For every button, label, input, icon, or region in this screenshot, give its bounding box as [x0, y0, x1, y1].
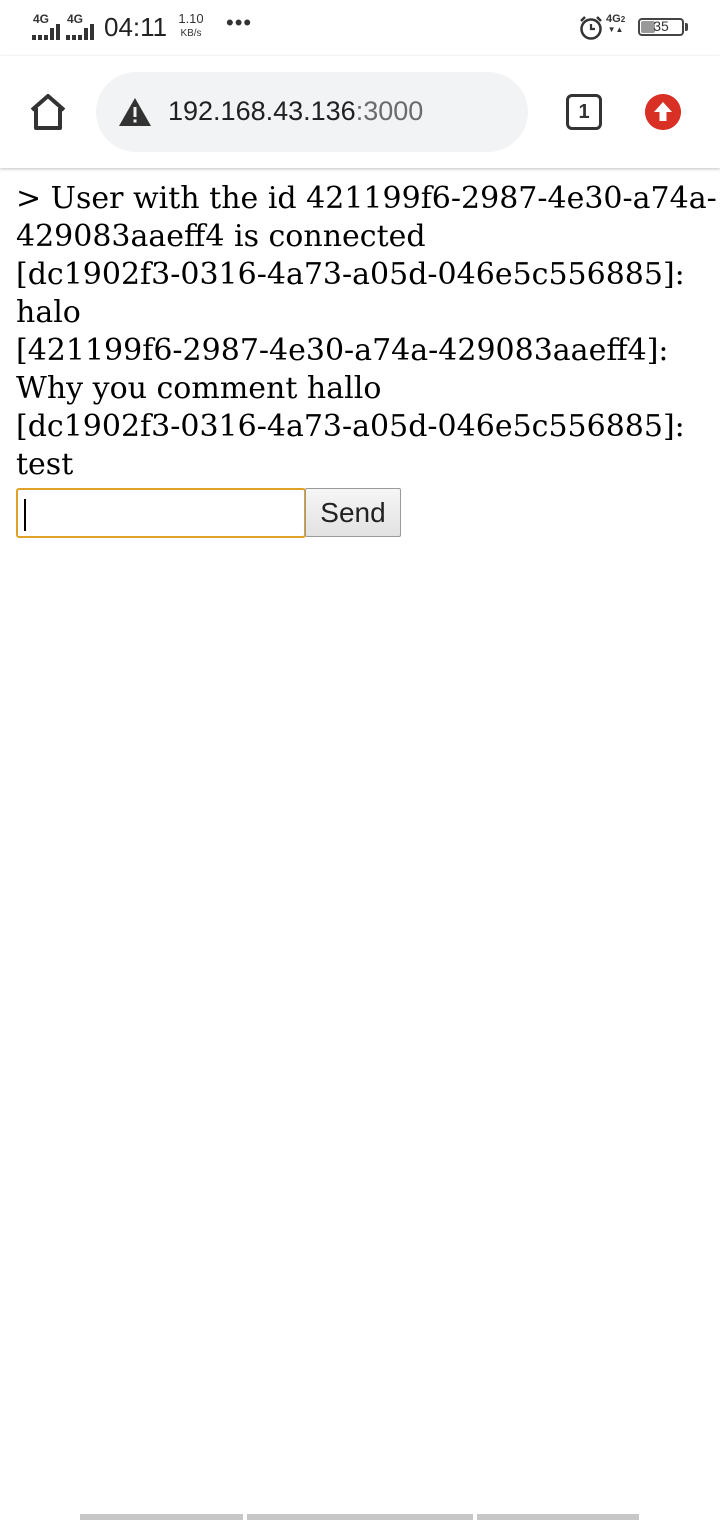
update-arrow-icon[interactable]	[645, 94, 681, 130]
gesture-bar-right	[477, 1514, 639, 1520]
network-speed-unit: KB/s	[180, 28, 202, 39]
url-port: :3000	[355, 96, 424, 126]
network-speed-value: 1.10	[178, 11, 204, 26]
chat-line: [dc1902f3-0316-4a73-a05d-046e5c556885]:	[16, 257, 685, 292]
browser-toolbar: 192.168.43.136:3000 1	[0, 56, 720, 168]
sim2-signal-icon: 4G	[66, 12, 96, 40]
chat-line: halo	[16, 295, 81, 330]
not-secure-warning-icon[interactable]	[118, 96, 152, 128]
chat-line: > User with the id 421199f6-2987-4e30-a7…	[16, 181, 717, 216]
message-input[interactable]	[16, 488, 306, 538]
chat-line: [dc1902f3-0316-4a73-a05d-046e5c556885]:	[16, 409, 685, 444]
more-notifications-icon: •••	[226, 10, 253, 35]
battery-tip	[685, 23, 688, 31]
battery-level: 35	[653, 18, 669, 34]
clock: 04:11	[104, 12, 168, 42]
gesture-bar-left	[80, 1514, 243, 1520]
chat-line: 429083aaeff4 is connected	[16, 219, 426, 254]
status-bar: 4G 4G 04:11 1.10 KB/s ••• 4G2 ▼▲ 35	[0, 0, 720, 56]
alarm-icon	[580, 16, 602, 40]
chat-line: [421199f6-2987-4e30-a74a-429083aaeff4]:	[16, 333, 669, 368]
chat-line: Why you comment hallo	[16, 371, 382, 406]
url-host: 192.168.43.136	[168, 96, 356, 126]
data-network-sub: 2	[620, 15, 626, 24]
text-cursor	[24, 499, 26, 531]
url-text[interactable]: 192.168.43.136:3000	[168, 96, 423, 127]
data-network-icon: 4G2 ▼▲	[606, 13, 626, 34]
home-icon[interactable]	[24, 88, 72, 136]
chat-log: > User with the id 421199f6-2987-4e30-a7…	[16, 180, 717, 484]
chat-line: test	[16, 447, 74, 482]
address-bar[interactable]: 192.168.43.136:3000	[96, 72, 528, 152]
battery-icon: 35	[638, 18, 684, 36]
sim1-signal-icon: 4G	[32, 12, 62, 40]
tab-switcher-button[interactable]: 1	[566, 94, 602, 130]
data-network-label: 4G	[606, 13, 621, 25]
send-button[interactable]: Send	[305, 488, 401, 537]
network-speed: 1.10 KB/s	[174, 12, 208, 39]
gesture-bar-center	[247, 1514, 473, 1520]
tab-count: 1	[578, 101, 590, 123]
